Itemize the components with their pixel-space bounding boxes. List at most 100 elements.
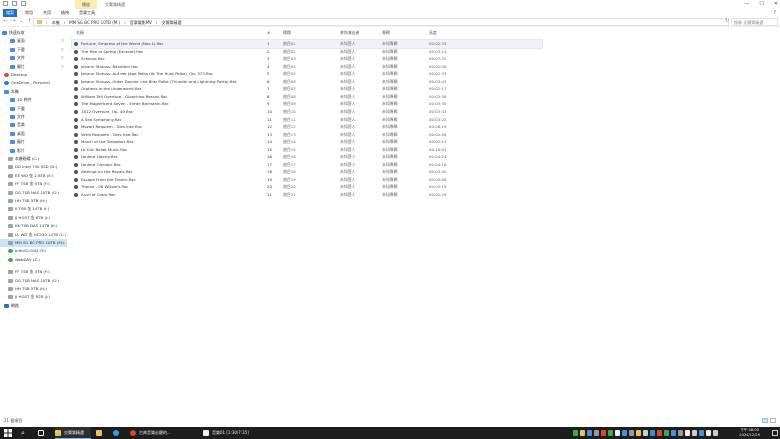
tray-icon[interactable]: [580, 430, 585, 436]
tab-view[interactable]: 檢視: [58, 9, 72, 17]
table-row[interactable]: Mozart Requiem - Dies Irae.flac 12 曲目12 未知藝…: [72, 123, 542, 131]
taskbar-app-button[interactable]: 交響樂精選: [55, 427, 91, 439]
maximize-button[interactable]: ☐: [759, 0, 763, 9]
tray-icon[interactable]: [608, 430, 613, 436]
sidebar-item[interactable]: JJ HGST 金 8TB (J:): [0, 214, 67, 222]
sidebar-item[interactable]: OneDrive - Personal: [0, 79, 67, 87]
taskbar-app-button[interactable]: 音樂01 [1:30/7:35]: [203, 427, 263, 439]
sidebar-item[interactable]: 影片: [0, 147, 67, 155]
sidebar-item[interactable]: 文件 ⚲: [0, 54, 67, 62]
tray-icon[interactable]: [622, 430, 627, 436]
table-row[interactable]: Attempt on the Royals.flac 18 曲目18 未知藝人 未知專輯…: [72, 168, 542, 176]
tray-icon[interactable]: [657, 430, 662, 436]
tray-icon[interactable]: [685, 430, 690, 436]
column-title[interactable]: 標題: [283, 29, 291, 37]
pinned-explorer-icon[interactable]: [96, 427, 106, 439]
tray-icon[interactable]: [706, 430, 711, 436]
tray-icon[interactable]: [671, 430, 676, 436]
table-row[interactable]: Johann Strauss, Auf der Jagd Polka (At T…: [72, 70, 542, 78]
minimize-button[interactable]: —: [744, 0, 749, 9]
tray-icon[interactable]: [650, 430, 655, 436]
tray-icon[interactable]: [587, 430, 592, 436]
properties-icon[interactable]: [3, 1, 8, 6]
breadcrumb-folder[interactable]: 音樂電影MV: [130, 19, 152, 26]
tray-icon[interactable]: [643, 430, 648, 436]
sidebar-item[interactable]: FF TSB 金 4TB (F:): [0, 180, 67, 188]
column-name[interactable]: 名稱: [76, 29, 84, 37]
sidebar-item[interactable]: Desktop: [0, 71, 67, 79]
table-row[interactable]: Fanfare Liberty.flac 16 曲目16 未知藝人 未知專輯 00:04:…: [72, 153, 542, 161]
taskbar-app-button[interactable]: 古典音樂必聽的...: [130, 427, 198, 439]
table-row[interactable]: March of the Toreadors.flac 14 曲目14 未知藝人 未知專…: [72, 138, 542, 146]
tray-icon[interactable]: [713, 430, 718, 436]
table-row[interactable]: Johann Strauss, Banditen.flac 4 曲目04 未知藝人 未知…: [72, 63, 542, 71]
column-number[interactable]: #: [267, 29, 270, 37]
tray-icon[interactable]: [636, 430, 641, 436]
column-album[interactable]: 專輯: [382, 29, 390, 37]
notification-icon[interactable]: [772, 430, 778, 436]
sidebar-item[interactable]: WebDAV (Z:): [0, 256, 67, 264]
table-row[interactable]: William Tell Overture - Gioachino Rossin…: [72, 93, 542, 101]
table-row[interactable]: Fortune, Empress of the World (Nov.1).fl…: [71, 39, 543, 49]
sidebar-item[interactable]: 快速存取: [0, 29, 67, 37]
sidebar-item[interactable]: EE WD 金 2.8TB (E:): [0, 172, 67, 180]
sidebar-item[interactable]: 桌面 ⚲: [0, 37, 67, 45]
tray-icon[interactable]: [629, 430, 634, 436]
sidebar-item[interactable]: KK TSB NAS 14TB (K:): [0, 222, 67, 230]
start-button[interactable]: [4, 427, 14, 439]
tray-icon[interactable]: [664, 430, 669, 436]
sidebar-item[interactable]: MM SG BC PRO 10TB (M:): [0, 239, 67, 247]
address-bar[interactable]: › 本機 › MM SG BC PRO 10TB (M:) › 音樂電影MV ›…: [33, 18, 729, 26]
breadcrumb-this-pc[interactable]: 本機: [52, 19, 60, 26]
task-view-icon[interactable]: [38, 427, 48, 439]
breadcrumb-drive[interactable]: MM SG BC PRO 10TB (M:): [69, 19, 120, 26]
sidebar-item[interactable]: GG TSB NAS 10TB (G:): [0, 277, 67, 285]
sidebar-item[interactable]: HH TSB 5TB (H:): [0, 285, 67, 293]
sidebar-item[interactable]: 網路: [0, 302, 67, 310]
tray-icon[interactable]: [692, 430, 697, 436]
search-icon[interactable]: ⌕: [21, 427, 31, 439]
column-artist[interactable]: 參與演出者: [340, 29, 359, 37]
table-row[interactable]: The Magnificent Seven - Elmer Bernstein.…: [72, 100, 542, 108]
sidebar-item[interactable]: 本機磁碟 (C:): [0, 155, 67, 163]
help-icon[interactable]: ?: [773, 10, 776, 16]
customize-toolbar-icon[interactable]: [21, 1, 26, 6]
new-folder-icon[interactable]: [12, 1, 17, 6]
sidebar-item[interactable]: LL WD 金 HC530 14TB (L:): [0, 231, 67, 239]
table-row[interactable]: Johann Strauss, Unter Donner und Blitz P…: [72, 78, 542, 86]
table-row[interactable]: Escape From the Tavern.flac 19 曲目19 未知藝人 未知專…: [72, 176, 542, 184]
search-input[interactable]: 搜尋 交響樂精選: [731, 18, 778, 26]
tab-file[interactable]: 檔案: [3, 9, 17, 17]
sidebar-item[interactable]: 下載 ⚲: [0, 46, 67, 54]
breadcrumb-current[interactable]: 交響樂精選: [162, 19, 182, 26]
table-row[interactable]: Orpheus in the Underworld.flac 7 曲目07 未知藝人 未…: [72, 85, 542, 93]
tray-icon[interactable]: [573, 430, 578, 436]
sidebar-item[interactable]: 3D 物件: [0, 96, 67, 104]
details-view-icon[interactable]: [762, 418, 768, 423]
sidebar-item[interactable]: 圖片 ⚲: [0, 63, 67, 71]
tray-icon[interactable]: [601, 430, 606, 436]
up-icon[interactable]: ↑: [28, 18, 32, 24]
sidebar-item[interactable]: 音樂: [0, 121, 67, 129]
table-row[interactable]: Fanfare Olympic.flac 17 曲目17 未知藝人 未知專輯 00:04:…: [72, 161, 542, 169]
edge-icon[interactable]: [113, 427, 123, 439]
table-row[interactable]: Le Cid: Ballet Music.flac 15 曲目15 未知藝人 未知專輯 0…: [72, 146, 542, 154]
table-row[interactable]: Scherzo.flac 3 曲目03 未知藝人 未知專輯 00:07:35: [72, 55, 542, 63]
tab-share[interactable]: 共用: [40, 9, 54, 17]
sidebar-item[interactable]: GG TSB NAS 10TB (G:): [0, 189, 67, 197]
tray-icon[interactable]: [678, 430, 683, 436]
clock[interactable]: 下午 08:00 2024/12/29: [739, 428, 760, 438]
tab-home[interactable]: 常用: [22, 9, 36, 17]
large-icons-view-icon[interactable]: [770, 418, 776, 423]
sidebar-item[interactable]: 桌面: [0, 130, 67, 138]
table-row[interactable]: Verdi Requiem - Dies Irae.flac 13 曲目13 未知藝人…: [72, 131, 542, 139]
tray-icon[interactable]: [594, 430, 599, 436]
sidebar-item[interactable]: InfiniCLOUD (Y:): [0, 247, 67, 255]
table-row[interactable]: Theme - 06 Willow's.flac 20 曲目20 未知藝人 未知專輯 00…: [72, 183, 542, 191]
table-row[interactable]: 1812 Overture, Op. 49.flac 10 曲目10 未知藝人 未知專輯…: [72, 108, 542, 116]
sidebar-item[interactable]: 本機: [0, 88, 67, 96]
sidebar-item[interactable]: 下載: [0, 105, 67, 113]
sidebar-item[interactable]: DD Intel 730 SSD (D:): [0, 163, 67, 171]
tray-icon[interactable]: [615, 430, 620, 436]
contextual-tab-play[interactable]: 播放: [75, 0, 97, 9]
